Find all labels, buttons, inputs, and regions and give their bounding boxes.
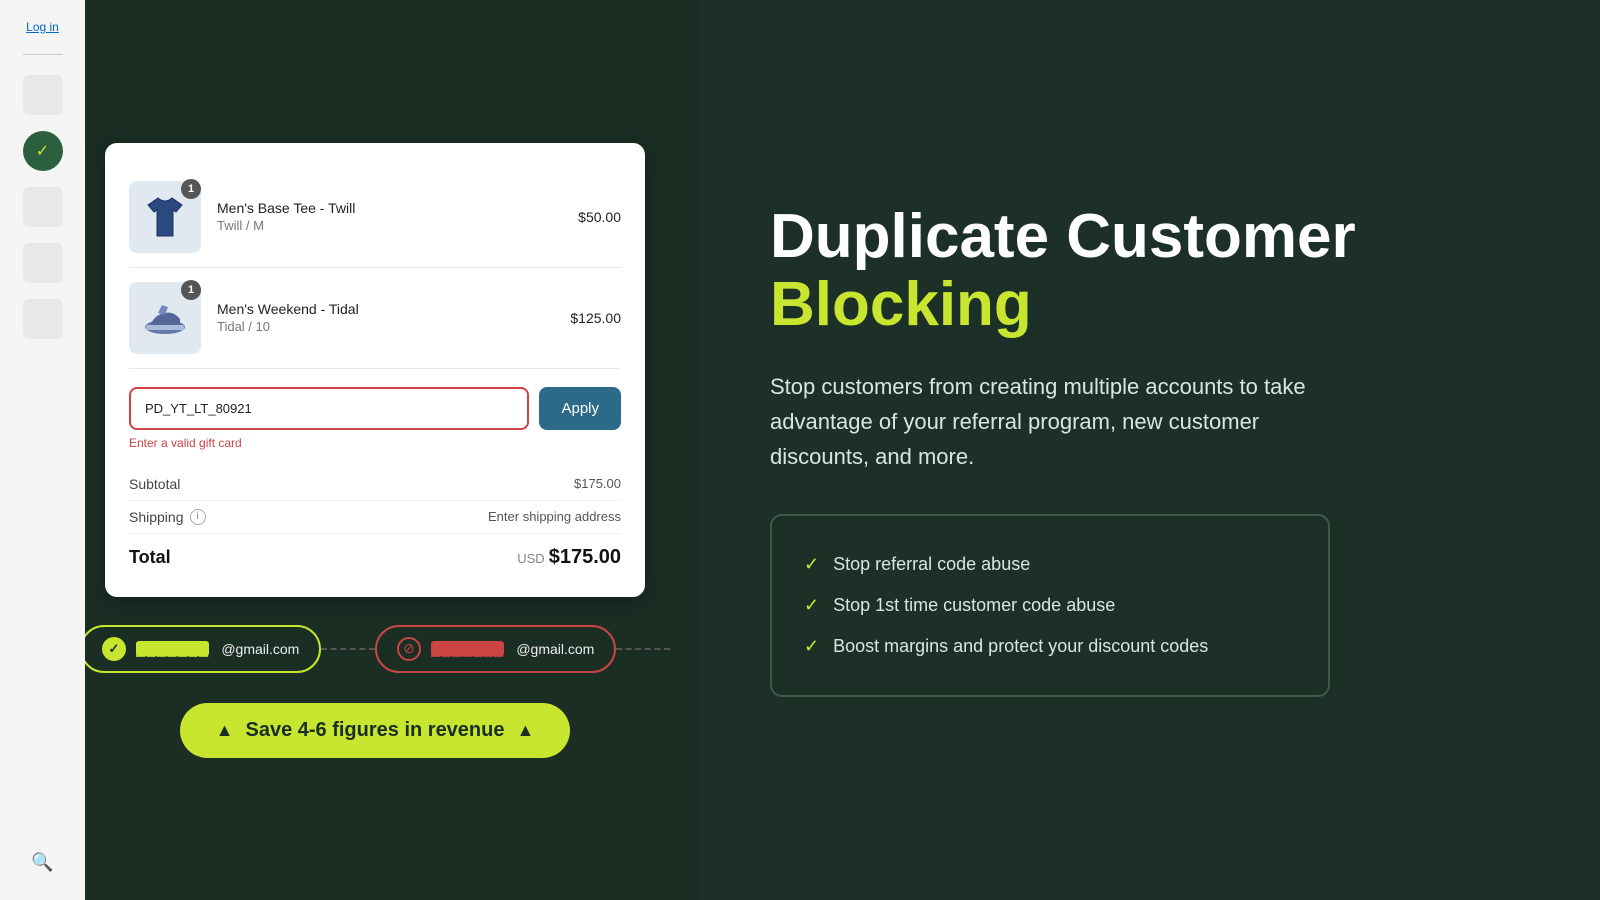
total-label: Total: [129, 547, 171, 568]
sidebar-icon-3: [23, 243, 63, 283]
sidebar-icon-4: [23, 299, 63, 339]
item-1-variant: Twill / M: [217, 218, 562, 233]
features-box: ✓ Stop referral code abuse ✓ Stop 1st ti…: [770, 514, 1330, 697]
item-1-badge: 1: [181, 179, 201, 199]
subtotal-label: Subtotal: [129, 476, 180, 492]
email-1-blurred: ▓▓▓▓▓▓▓: [136, 641, 209, 656]
item-1-details: Men's Base Tee - Twill Twill / M: [217, 200, 562, 233]
total-value: USD$175.00: [517, 546, 621, 569]
email-2-suffix: @gmail.com: [516, 641, 594, 657]
right-panel: Duplicate Customer Blocking Stop custome…: [700, 0, 1600, 900]
shipping-info-icon[interactable]: i: [190, 509, 206, 525]
cart-item-2: 1 Men's Weekend - Tidal Tidal / 10 $125.…: [129, 268, 621, 369]
feature-check-2: ✓: [804, 595, 819, 616]
description-text: Stop customers from creating multiple ac…: [770, 369, 1350, 475]
apply-button[interactable]: Apply: [539, 387, 621, 430]
item-2-badge: 1: [181, 280, 201, 300]
sidebar-divider: [23, 54, 63, 55]
shipping-label: Shipping i: [129, 509, 206, 525]
sidebar-icon-check: ✓: [23, 131, 63, 171]
item-2-name: Men's Weekend - Tidal: [217, 301, 554, 317]
feature-check-1: ✓: [804, 554, 819, 575]
shipping-value: Enter shipping address: [488, 509, 621, 524]
email-connector-2: [616, 648, 670, 650]
cart-container: 1 Men's Base Tee - Twill Twill / M $50.0…: [105, 143, 645, 597]
email-verify-row: ✓ ▓▓▓▓▓▓▓ @gmail.com ⊘ ▓▓▓▓▓▓▓ @gmail.co…: [80, 625, 670, 673]
valid-check-icon: ✓: [102, 637, 126, 661]
cta-arrow-left: ▲: [216, 720, 234, 741]
headline-line-2: Blocking: [770, 271, 1530, 339]
discount-input-row: Apply: [129, 387, 621, 430]
discount-section: Apply Enter a valid gift card: [129, 387, 621, 450]
item-1-price: $50.00: [578, 209, 621, 225]
item-2-variant: Tidal / 10: [217, 319, 554, 334]
cta-button[interactable]: ▲ Save 4-6 figures in revenue ▲: [180, 703, 571, 758]
item-2-details: Men's Weekend - Tidal Tidal / 10: [217, 301, 554, 334]
feature-check-3: ✓: [804, 636, 819, 657]
total-currency: USD: [517, 551, 544, 566]
cta-section: ▲ Save 4-6 figures in revenue ▲: [180, 703, 571, 758]
sidebar: Log in ✓ 🔍: [0, 0, 85, 900]
email-2-blurred: ▓▓▓▓▓▓▓: [431, 641, 504, 656]
feature-item-2: ✓ Stop 1st time customer code abuse: [804, 585, 1296, 626]
discount-input[interactable]: [129, 387, 529, 430]
left-panel: Log in ✓ 🔍 1 Men's Base Tee - Twill Twil…: [0, 0, 700, 900]
headline-line-1: Duplicate Customer: [770, 203, 1530, 271]
subtotal-value: $175.00: [574, 476, 621, 491]
cta-label: Save 4-6 figures in revenue: [245, 719, 504, 742]
email-connector: [321, 648, 375, 650]
subtotal-row: Subtotal $175.00: [129, 468, 621, 501]
cart-item-1: 1 Men's Base Tee - Twill Twill / M $50.0…: [129, 167, 621, 268]
cta-arrow-right: ▲: [517, 720, 535, 741]
item-1-name: Men's Base Tee - Twill: [217, 200, 562, 216]
headline: Duplicate Customer Blocking: [770, 203, 1530, 339]
total-row: Total USD$175.00: [129, 534, 621, 573]
feature-item-1: ✓ Stop referral code abuse: [804, 544, 1296, 585]
search-icon[interactable]: 🔍: [25, 844, 61, 880]
feature-label-3: Boost margins and protect your discount …: [833, 636, 1208, 657]
sidebar-icon-2: [23, 187, 63, 227]
order-summary: Subtotal $175.00 Shipping i Enter shippi…: [129, 468, 621, 573]
feature-item-3: ✓ Boost margins and protect your discoun…: [804, 626, 1296, 667]
item-2-price: $125.00: [570, 310, 621, 326]
shipping-row: Shipping i Enter shipping address: [129, 501, 621, 534]
email-1-suffix: @gmail.com: [221, 641, 299, 657]
feature-label-1: Stop referral code abuse: [833, 554, 1030, 575]
block-icon: ⊘: [397, 637, 421, 661]
email-pill-valid: ✓ ▓▓▓▓▓▓▓ @gmail.com: [80, 625, 321, 673]
sidebar-icon-1: [23, 75, 63, 115]
email-pill-invalid: ⊘ ▓▓▓▓▓▓▓ @gmail.com: [375, 625, 616, 673]
discount-error: Enter a valid gift card: [129, 436, 621, 450]
login-link[interactable]: Log in: [26, 20, 59, 34]
feature-label-2: Stop 1st time customer code abuse: [833, 595, 1115, 616]
